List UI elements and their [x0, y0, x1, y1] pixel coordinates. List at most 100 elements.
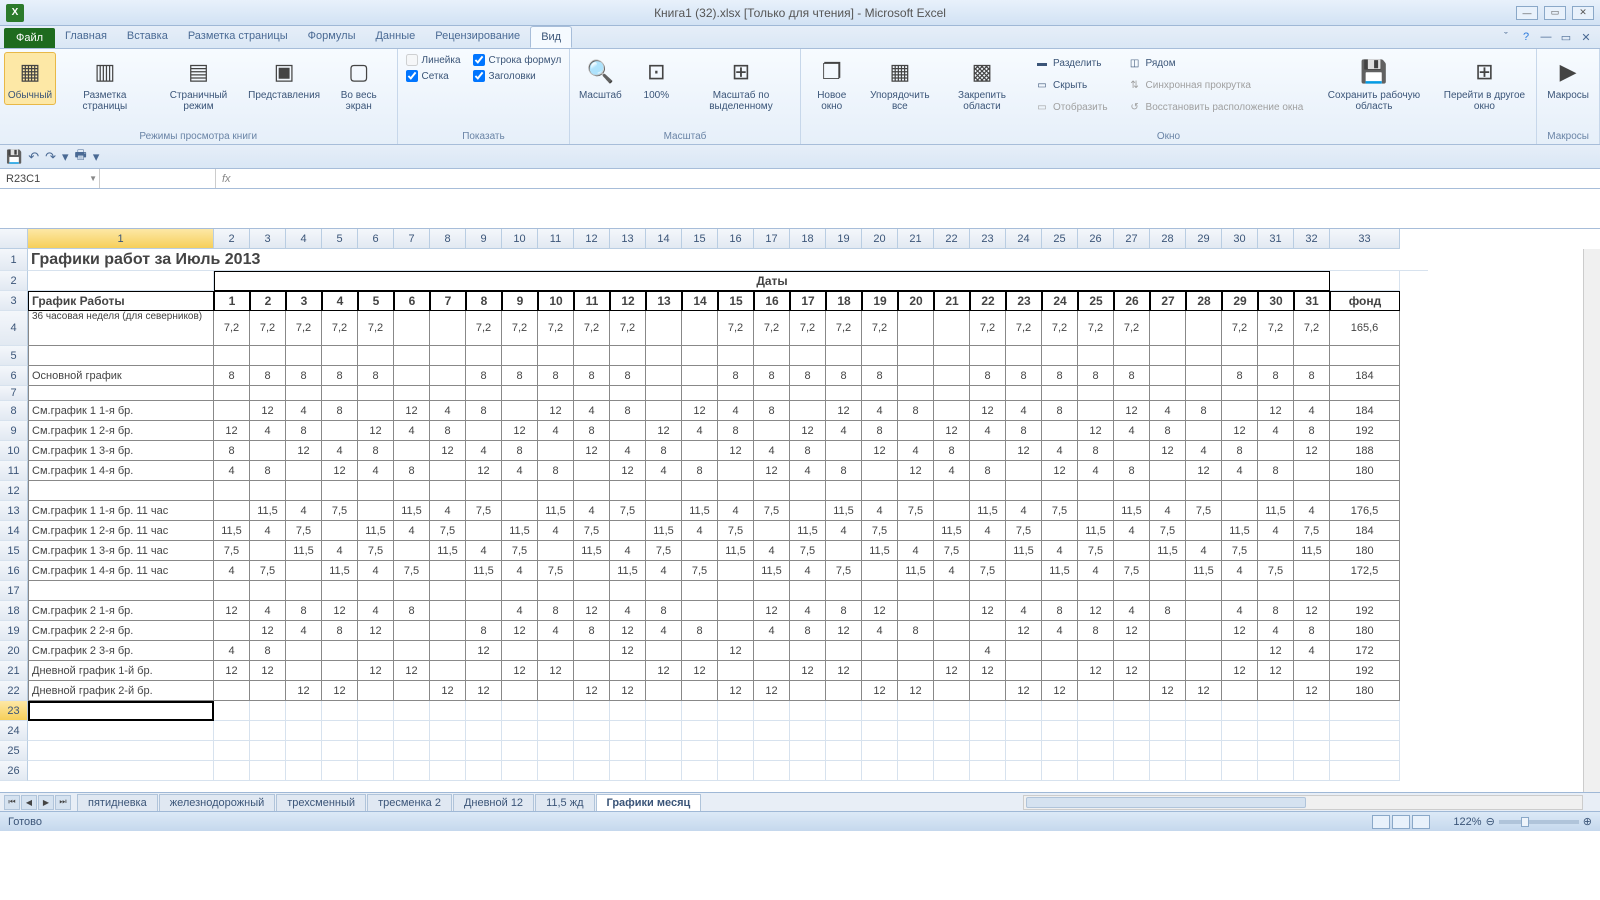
cell[interactable] [610, 761, 646, 781]
cell[interactable] [358, 741, 394, 761]
cell[interactable] [502, 346, 538, 366]
cell[interactable]: 11,5 [1258, 501, 1294, 521]
cell[interactable] [934, 386, 970, 401]
cell[interactable]: 12 [502, 421, 538, 441]
cell[interactable]: 12 [538, 661, 574, 681]
cell[interactable] [466, 661, 502, 681]
cell[interactable]: 8 [718, 421, 754, 441]
cell[interactable]: 8 [646, 441, 682, 461]
cell[interactable]: 7,2 [790, 311, 826, 346]
cell[interactable]: 7 [430, 291, 466, 311]
cell[interactable] [1150, 621, 1186, 641]
cell[interactable]: 8 [322, 366, 358, 386]
cell[interactable] [610, 481, 646, 501]
sheet-tab[interactable]: железнодорожный [159, 794, 276, 811]
cell[interactable] [646, 741, 682, 761]
cell[interactable] [358, 386, 394, 401]
column-header[interactable]: 32 [1294, 229, 1330, 249]
cell[interactable]: 180 [1330, 541, 1400, 561]
cell[interactable] [646, 761, 682, 781]
cell[interactable] [1006, 461, 1042, 481]
cell[interactable]: 12 [970, 601, 1006, 621]
column-header[interactable]: 28 [1150, 229, 1186, 249]
cell[interactable]: 2 [250, 291, 286, 311]
cell[interactable]: 12 [1078, 661, 1114, 681]
cell[interactable] [574, 741, 610, 761]
cell[interactable]: 4 [502, 561, 538, 581]
cell[interactable]: 12 [682, 401, 718, 421]
cell[interactable]: 8 [754, 401, 790, 421]
cell[interactable] [1078, 701, 1114, 721]
cell[interactable]: 11 [574, 291, 610, 311]
cell[interactable] [1258, 541, 1294, 561]
column-header[interactable]: 13 [610, 229, 646, 249]
cell[interactable] [1150, 721, 1186, 741]
cell[interactable] [682, 481, 718, 501]
cell[interactable] [394, 681, 430, 701]
cell[interactable]: 17 [790, 291, 826, 311]
cell[interactable]: 4 [646, 461, 682, 481]
cell[interactable] [1186, 661, 1222, 681]
cell[interactable] [682, 701, 718, 721]
cell[interactable] [394, 311, 430, 346]
cell[interactable]: 176,5 [1330, 501, 1400, 521]
cell[interactable] [1294, 721, 1330, 741]
cell[interactable]: 7,5 [1150, 521, 1186, 541]
column-header[interactable]: 25 [1042, 229, 1078, 249]
cell[interactable] [394, 581, 430, 601]
sheet-last-icon[interactable]: ⏭ [55, 795, 71, 810]
view-page-break-button[interactable]: ▤Страничный режим [154, 52, 244, 116]
cell[interactable] [358, 346, 394, 366]
cell[interactable]: 3 [286, 291, 322, 311]
cell[interactable]: 12 [610, 681, 646, 701]
cell[interactable]: 172 [1330, 641, 1400, 661]
cell[interactable]: 7,5 [1222, 541, 1258, 561]
cell[interactable]: 180 [1330, 461, 1400, 481]
cell[interactable]: 4 [718, 501, 754, 521]
cell[interactable] [394, 761, 430, 781]
cell[interactable] [574, 461, 610, 481]
cell[interactable] [934, 346, 970, 366]
cell[interactable]: 4 [1258, 521, 1294, 541]
cell[interactable] [358, 641, 394, 661]
cell[interactable] [394, 366, 430, 386]
cell[interactable] [682, 386, 718, 401]
cell[interactable]: 12 [718, 641, 754, 661]
cell[interactable]: 4 [394, 521, 430, 541]
cell[interactable] [28, 761, 214, 781]
row-headers[interactable]: 1234567891011121314151617181920212223242… [0, 249, 28, 781]
cell[interactable] [430, 481, 466, 501]
cell[interactable]: 7,2 [1078, 311, 1114, 346]
cell[interactable]: 12 [466, 641, 502, 661]
cell[interactable] [898, 701, 934, 721]
cell[interactable] [1222, 741, 1258, 761]
cell[interactable] [646, 501, 682, 521]
select-all-corner[interactable] [0, 229, 28, 249]
cell[interactable] [898, 581, 934, 601]
cell[interactable] [1294, 461, 1330, 481]
cell[interactable] [1186, 346, 1222, 366]
cell[interactable] [718, 386, 754, 401]
cell[interactable] [1006, 741, 1042, 761]
cell[interactable]: 4 [862, 501, 898, 521]
column-header[interactable]: 26 [1078, 229, 1114, 249]
cell[interactable]: 8 [574, 421, 610, 441]
cell[interactable]: 7,5 [1294, 521, 1330, 541]
cell[interactable]: 4 [754, 441, 790, 461]
minimize-button[interactable]: — [1516, 6, 1538, 20]
cell[interactable]: 11,5 [286, 541, 322, 561]
cell[interactable] [538, 761, 574, 781]
cell[interactable] [862, 461, 898, 481]
cell[interactable]: 4 [790, 561, 826, 581]
cell[interactable]: 16 [754, 291, 790, 311]
cell[interactable] [250, 441, 286, 461]
cell[interactable]: 172,5 [1330, 561, 1400, 581]
cell[interactable] [790, 386, 826, 401]
doc-close-icon[interactable]: ✕ [1578, 29, 1594, 45]
cell[interactable]: 8 [1150, 421, 1186, 441]
cell[interactable]: 12 [862, 441, 898, 461]
cell[interactable] [466, 581, 502, 601]
cell[interactable] [790, 701, 826, 721]
cell[interactable] [214, 346, 250, 366]
redo-icon[interactable]: ↷ [45, 149, 56, 165]
